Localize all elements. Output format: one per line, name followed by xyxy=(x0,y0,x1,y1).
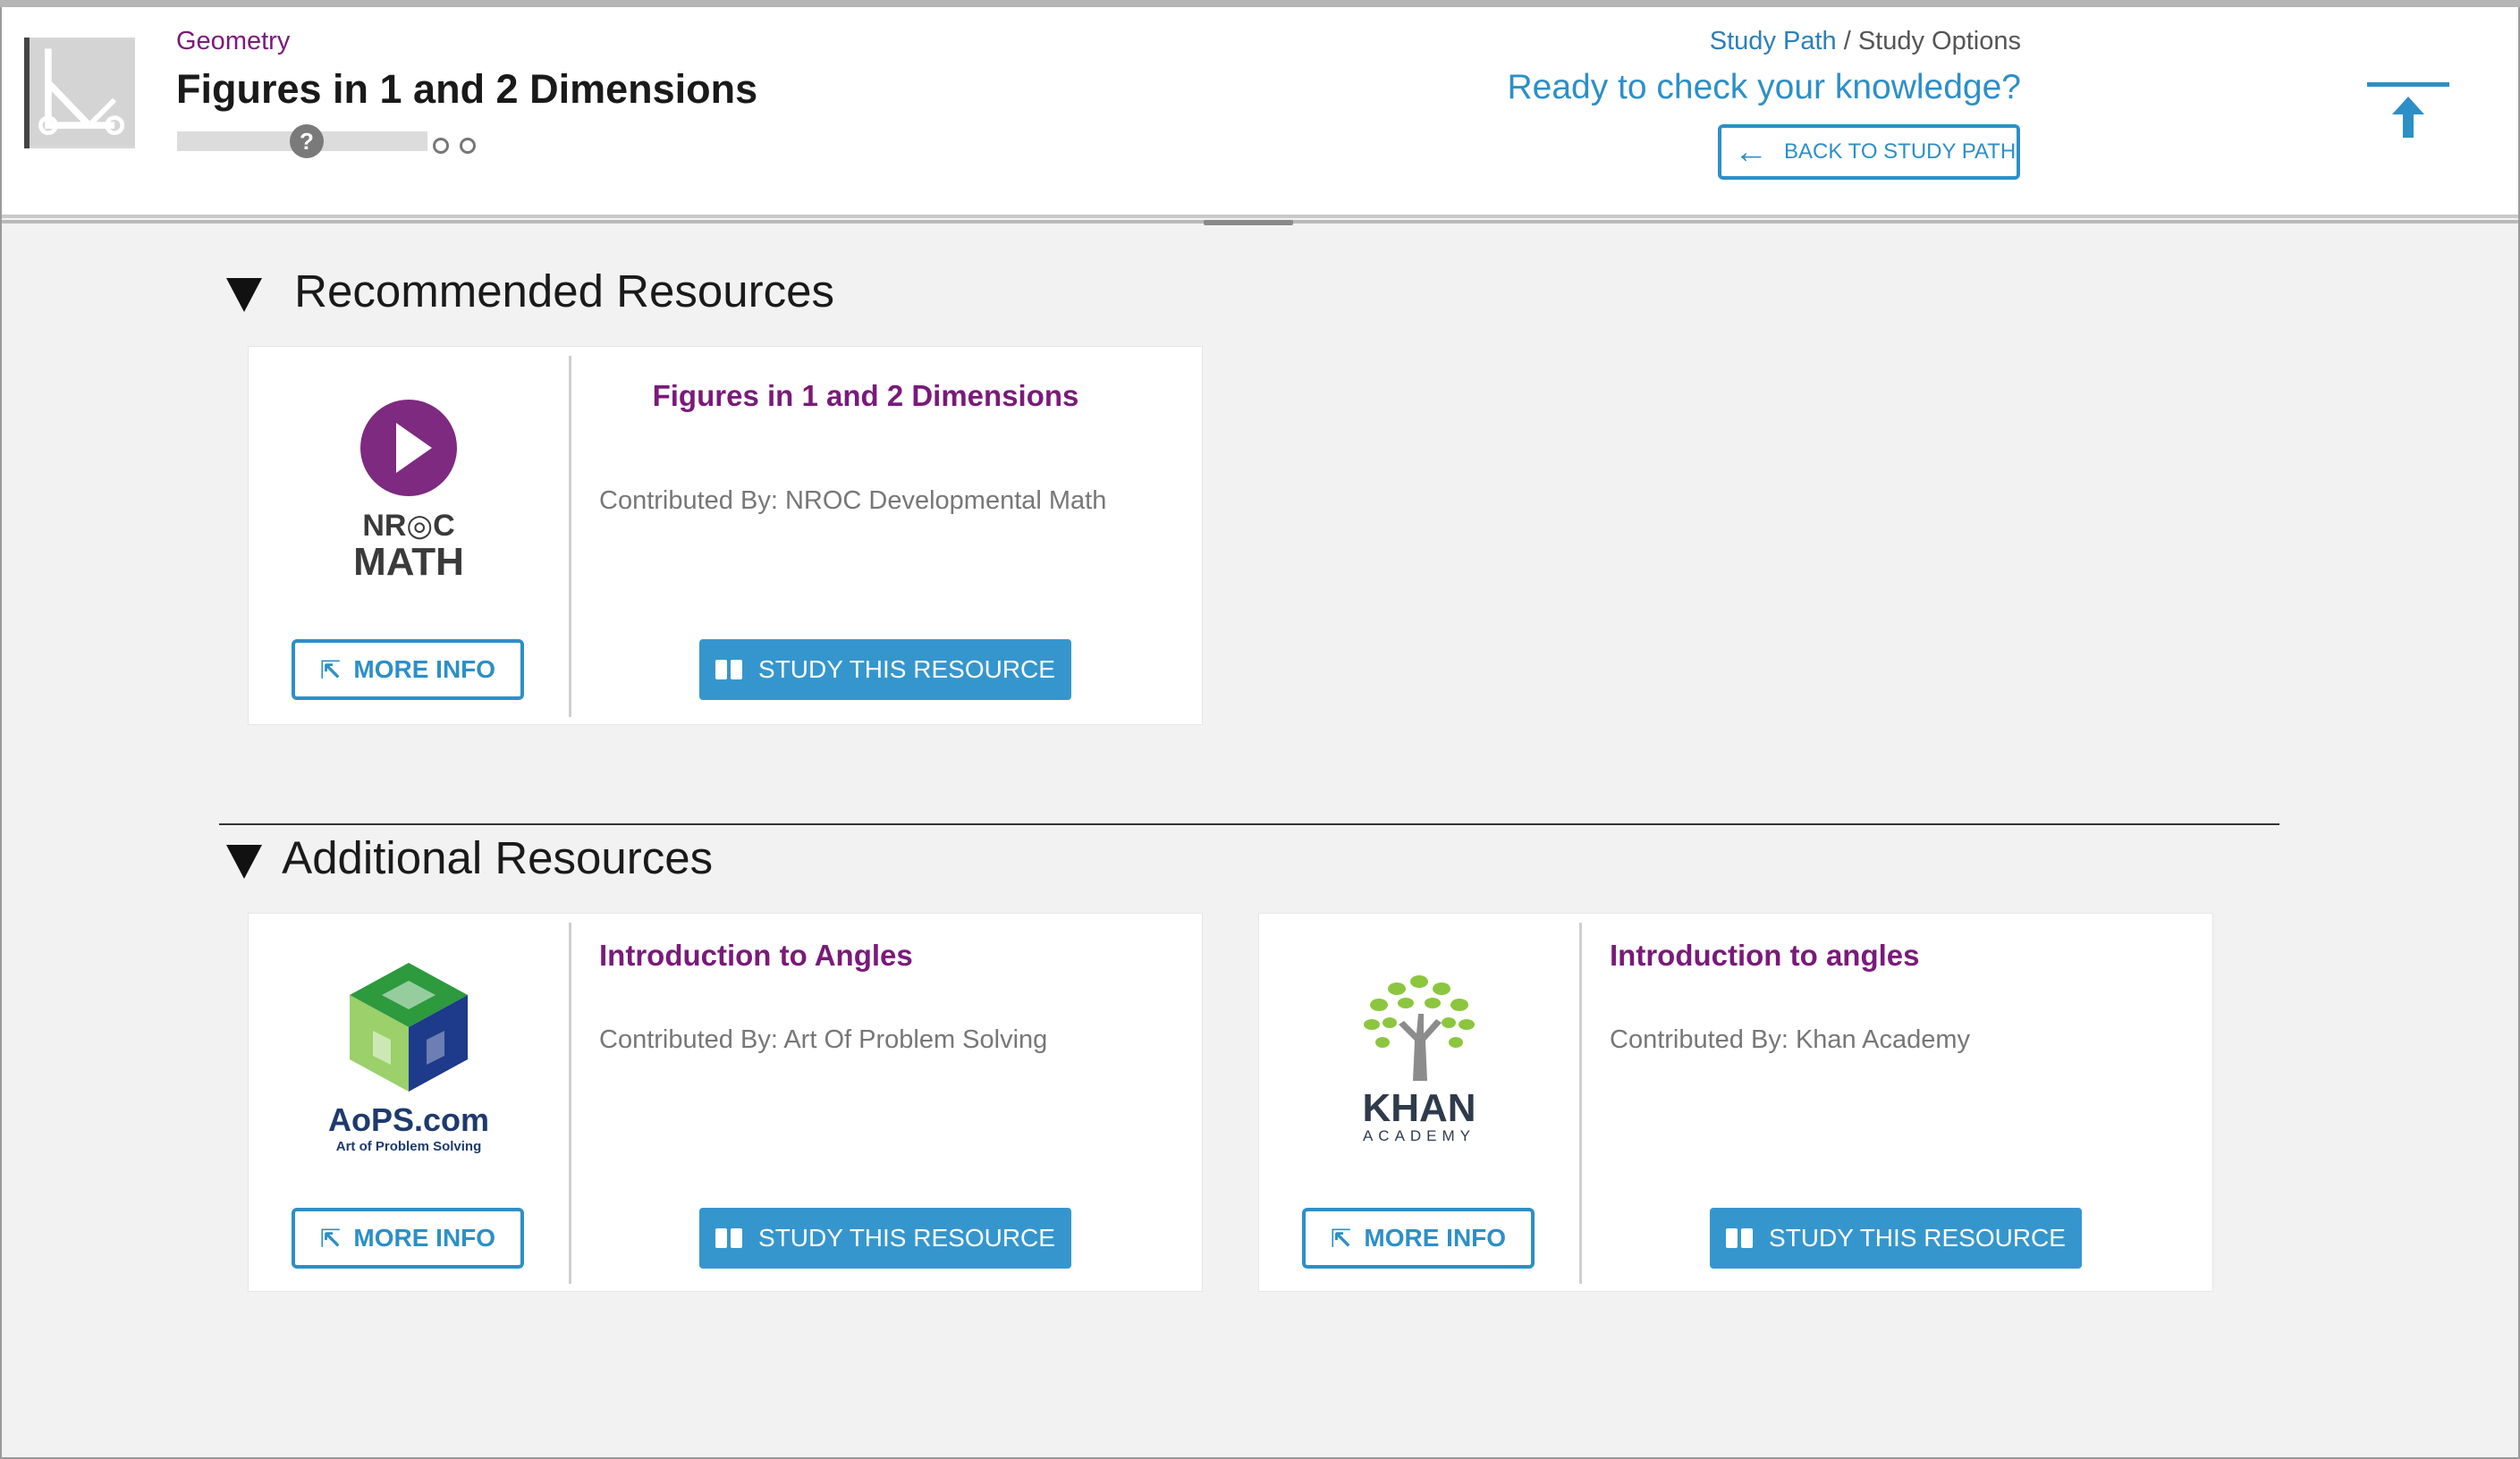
geometry-figure-icon xyxy=(30,40,135,146)
resource-card: NR◎C MATH Figures in 1 and 2 Dimensions … xyxy=(248,346,1203,725)
section-divider xyxy=(219,823,2279,825)
more-info-label: MORE INFO xyxy=(353,1224,496,1252)
more-info-button[interactable]: ⇱ MORE INFO xyxy=(292,639,524,700)
resource-title[interactable]: Introduction to angles xyxy=(1610,940,1919,971)
progress-marker[interactable]: ? xyxy=(290,124,324,158)
collapse-triangle-icon xyxy=(226,277,262,312)
card-divider xyxy=(569,356,571,717)
additional-section-title: Additional Resources xyxy=(282,832,714,883)
more-info-icon: ⇱ xyxy=(1330,1224,1352,1252)
additional-section-header[interactable]: Additional Resources xyxy=(226,831,713,884)
khan-academy-logo: KHAN ACADEMY xyxy=(1259,914,1579,1200)
scroll-to-top-icon[interactable] xyxy=(2365,80,2451,143)
resource-title[interactable]: Introduction to Angles xyxy=(599,940,913,971)
more-info-button[interactable]: ⇱ MORE INFO xyxy=(1302,1208,1535,1269)
aops-tagline: Art of Problem Solving xyxy=(335,1139,482,1154)
more-info-icon: ⇱ xyxy=(319,655,342,684)
breadcrumb-separator: / xyxy=(1843,27,1851,55)
progress-step-dot xyxy=(460,138,476,154)
resource-contributor: Contributed By: NROC Developmental Math xyxy=(599,486,1107,515)
back-to-study-path-button[interactable]: ← BACK TO STUDY PATH xyxy=(1718,124,2020,180)
recommended-section-header[interactable]: Recommended Resources xyxy=(226,265,834,317)
back-button-label: BACK TO STUDY PATH xyxy=(1784,139,2017,164)
recommended-section-title: Recommended Resources xyxy=(294,266,834,316)
arrow-left-icon: ← xyxy=(1734,133,1768,171)
resize-handle[interactable] xyxy=(1204,220,1293,225)
resource-card: AoPS.com Art of Problem Solving Introduc… xyxy=(248,913,1203,1292)
book-icon xyxy=(715,660,743,679)
breadcrumb-study-options: Study Options xyxy=(1857,27,2021,55)
khan-tree-icon xyxy=(1364,974,1475,1081)
subject-label: Geometry xyxy=(176,27,291,55)
nroc-math-logo: NR◎C MATH xyxy=(249,347,569,633)
header-bar xyxy=(2,7,2518,218)
aops-logo: AoPS.com Art of Problem Solving xyxy=(249,914,569,1200)
collapse-triangle-icon xyxy=(226,844,262,879)
card-divider xyxy=(1579,923,1582,1284)
khan-logo-text: KHAN xyxy=(1362,1085,1476,1130)
aops-cube-icon xyxy=(349,963,468,1092)
breadcrumb-study-path[interactable]: Study Path xyxy=(1710,27,1837,55)
aops-logo-text: AoPS.com xyxy=(327,1101,490,1138)
more-info-label: MORE INFO xyxy=(1364,1224,1507,1252)
card-divider xyxy=(569,923,571,1284)
ready-prompt: Ready to check your knowledge? xyxy=(1507,68,2021,106)
resource-contributor: Contributed By: Khan Academy xyxy=(1610,1025,1971,1054)
resource-card: KHAN ACADEMY Introduction to angles Cont… xyxy=(1258,913,2213,1292)
math-logo-text: MATH xyxy=(353,539,464,584)
more-info-icon: ⇱ xyxy=(319,1224,342,1252)
study-resource-button[interactable]: STUDY THIS RESOURCE xyxy=(1710,1208,2082,1269)
more-info-button[interactable]: ⇱ MORE INFO xyxy=(292,1208,524,1269)
book-icon xyxy=(715,1228,743,1248)
nroc-logo-text: NR◎C xyxy=(362,508,455,543)
resource-contributor: Contributed By: Art Of Problem Solving xyxy=(599,1025,1048,1054)
window-top-edge xyxy=(0,0,2520,7)
progress-step-dot xyxy=(433,138,449,154)
book-icon xyxy=(1726,1228,1754,1248)
study-resource-label: STUDY THIS RESOURCE xyxy=(758,655,1055,683)
study-resource-button[interactable]: STUDY THIS RESOURCE xyxy=(699,1208,1071,1269)
lesson-thumbnail xyxy=(24,38,135,148)
breadcrumb: Study Path / Study Options xyxy=(1710,27,2021,56)
academy-logo-text: ACADEMY xyxy=(1362,1126,1476,1144)
study-resource-label: STUDY THIS RESOURCE xyxy=(1769,1224,2066,1252)
play-icon xyxy=(359,399,457,496)
resource-title[interactable]: Figures in 1 and 2 Dimensions xyxy=(624,381,1107,411)
study-resource-label: STUDY THIS RESOURCE xyxy=(758,1224,1055,1252)
study-resource-button[interactable]: STUDY THIS RESOURCE xyxy=(699,639,1071,700)
more-info-label: MORE INFO xyxy=(353,655,496,683)
page-title: Figures in 1 and 2 Dimensions xyxy=(176,66,758,112)
